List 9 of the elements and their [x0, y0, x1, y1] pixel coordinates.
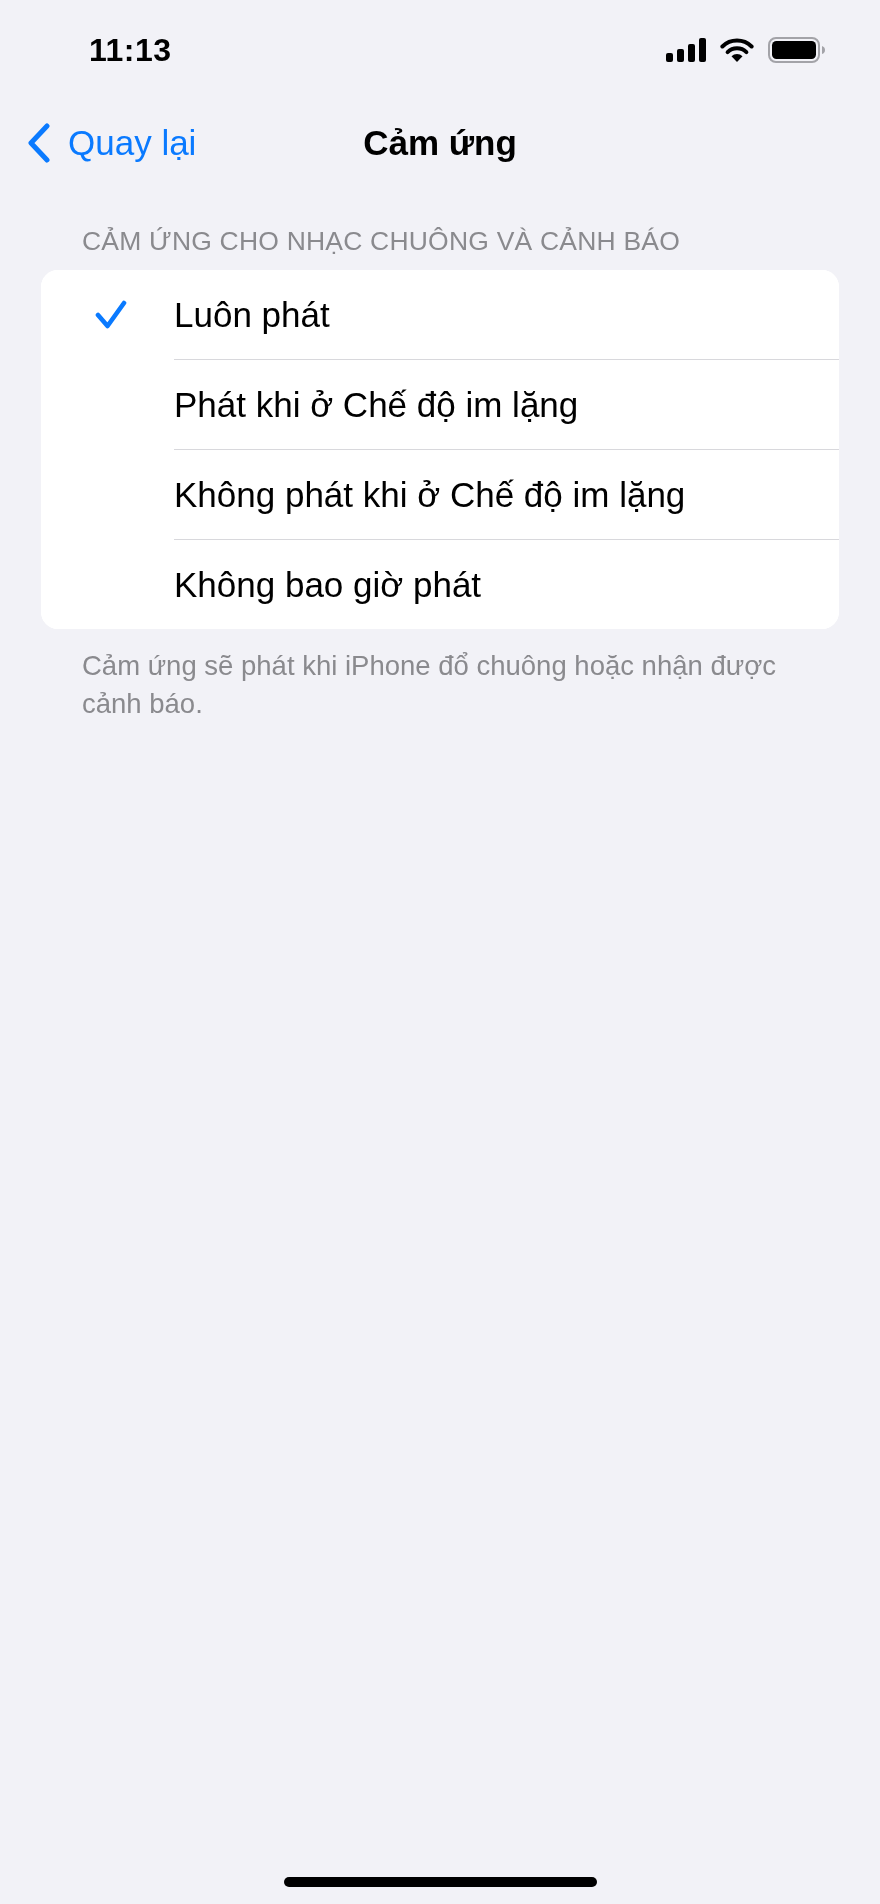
back-chevron-icon — [27, 123, 51, 163]
wifi-icon — [720, 38, 754, 62]
section-header: CẢM ỨNG CHO NHẠC CHUÔNG VÀ CẢNH BÁO — [82, 226, 680, 256]
section-footer: Cảm ứng sẽ phát khi iPhone đổ chuông hoặc nhận được cảnh báo. — [82, 647, 812, 723]
battery-icon — [768, 37, 825, 63]
signal-icon — [666, 38, 706, 62]
screen-title: Cảm ứng — [363, 122, 517, 164]
back-button[interactable]: Quay lại — [27, 122, 197, 164]
status-time: 11:13 — [89, 34, 172, 66]
